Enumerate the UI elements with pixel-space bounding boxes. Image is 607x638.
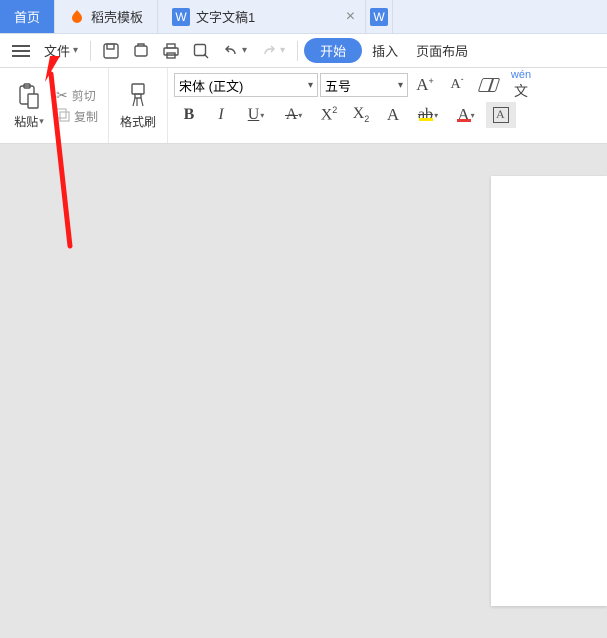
formatpainter-group: 格式刷 bbox=[109, 68, 168, 143]
menu-insert-label: 插入 bbox=[372, 44, 398, 59]
change-case-button[interactable]: A bbox=[378, 102, 408, 128]
tab-doc1-label: 文字文稿1 bbox=[196, 7, 255, 26]
font-color-icon: A bbox=[457, 105, 469, 125]
clear-format-button[interactable] bbox=[474, 72, 504, 98]
clipboard-group: 粘贴▾ ✂ 剪切 复制 bbox=[0, 68, 109, 143]
copy-label: 复制 bbox=[74, 108, 98, 125]
print-preview-button[interactable] bbox=[127, 38, 155, 64]
chevron-down-icon: ▾ bbox=[39, 116, 44, 127]
highlight-color-button[interactable]: ab▾ bbox=[410, 102, 446, 128]
hamburger-icon bbox=[12, 45, 30, 57]
char-shading-icon bbox=[493, 107, 509, 123]
menu-pagelayout[interactable]: 页面布局 bbox=[408, 41, 476, 60]
chevron-down-icon: ▾ bbox=[280, 45, 285, 56]
eraser-icon bbox=[478, 78, 501, 92]
menu-insert[interactable]: 插入 bbox=[364, 41, 406, 60]
superscript-button[interactable]: X2 bbox=[314, 102, 344, 128]
chevron-down-icon: ▾ bbox=[73, 45, 78, 56]
shrink-font-button[interactable]: A- bbox=[442, 72, 472, 98]
underline-button[interactable]: U▾ bbox=[238, 102, 274, 128]
chevron-down-icon: ▾ bbox=[260, 111, 264, 120]
tab-docshell[interactable]: 稻壳模板 bbox=[55, 0, 158, 33]
tab-docshell-label: 稻壳模板 bbox=[91, 7, 143, 26]
highlight-icon: ab bbox=[418, 106, 433, 124]
tab-document-trailing[interactable]: W bbox=[366, 0, 393, 33]
save-icon bbox=[102, 42, 120, 60]
superscript-icon: X2 bbox=[321, 105, 338, 124]
scissors-icon: ✂ bbox=[56, 87, 68, 104]
tab-home[interactable]: 首页 bbox=[0, 0, 55, 33]
separator bbox=[90, 41, 91, 61]
bold-button[interactable]: B bbox=[174, 102, 204, 128]
chevron-down-icon: ▾ bbox=[471, 111, 475, 120]
document-page[interactable] bbox=[491, 176, 607, 606]
magnify-icon bbox=[192, 42, 210, 60]
underline-icon: U bbox=[248, 106, 260, 124]
tab-document-1[interactable]: W 文字文稿1 × bbox=[158, 0, 366, 33]
menu-start[interactable]: 开始 bbox=[304, 38, 362, 63]
print-button[interactable] bbox=[157, 38, 185, 64]
strikethrough-button[interactable]: A▾ bbox=[276, 102, 312, 128]
font-group: 宋体 (正文) ▾ 五号 ▾ A+ A- wén 文 B I bbox=[168, 68, 607, 143]
grow-font-button[interactable]: A+ bbox=[410, 72, 440, 98]
font-size-combo[interactable]: 五号 ▾ bbox=[320, 73, 408, 97]
font-name-value: 宋体 (正文) bbox=[179, 76, 243, 95]
phonetic-pinyin: wén bbox=[511, 70, 531, 81]
strike-icon: A bbox=[286, 106, 298, 124]
preview-button[interactable] bbox=[187, 38, 215, 64]
change-case-icon: A bbox=[387, 105, 399, 125]
shrink-font-icon: A- bbox=[450, 77, 463, 93]
chevron-down-icon: ▾ bbox=[308, 80, 313, 91]
copy-icon bbox=[56, 108, 70, 125]
menu-pagelayout-label: 页面布局 bbox=[416, 44, 468, 59]
docshell-icon bbox=[69, 9, 85, 25]
char-shading-button[interactable] bbox=[486, 102, 516, 128]
subscript-button[interactable]: X2 bbox=[346, 102, 376, 128]
grow-font-icon: A+ bbox=[416, 75, 434, 95]
save-button[interactable] bbox=[97, 38, 125, 64]
print-icon bbox=[162, 42, 180, 60]
ribbon-toolbar: 粘贴▾ ✂ 剪切 复制 格式刷 bbox=[0, 68, 607, 144]
cut-label: 剪切 bbox=[72, 87, 96, 104]
paste-icon bbox=[16, 81, 42, 111]
undo-icon bbox=[223, 43, 239, 59]
redo-icon bbox=[261, 43, 277, 59]
format-painter-label: 格式刷 bbox=[120, 113, 156, 130]
tab-close-icon[interactable]: × bbox=[340, 8, 361, 26]
copy-button[interactable]: 复制 bbox=[56, 108, 98, 125]
chevron-down-icon: ▾ bbox=[434, 111, 438, 120]
font-name-combo[interactable]: 宋体 (正文) ▾ bbox=[174, 73, 318, 97]
editor-area[interactable] bbox=[0, 144, 607, 638]
menu-start-label: 开始 bbox=[320, 44, 346, 59]
bold-icon: B bbox=[184, 106, 195, 124]
phonetic-guide-button[interactable]: wén 文 bbox=[506, 72, 536, 98]
tab-home-label: 首页 bbox=[14, 7, 40, 26]
app-menu-button[interactable] bbox=[6, 38, 36, 64]
print-preview-icon bbox=[132, 42, 150, 60]
subscript-icon: X2 bbox=[353, 105, 370, 124]
word-doc-icon: W bbox=[370, 8, 388, 26]
chevron-down-icon: ▾ bbox=[398, 80, 403, 91]
chevron-down-icon: ▾ bbox=[298, 111, 302, 120]
cut-button[interactable]: ✂ 剪切 bbox=[56, 87, 98, 104]
tabs-bar: 首页 稻壳模板 W 文字文稿1 × W bbox=[0, 0, 607, 34]
paste-label: 粘贴 bbox=[14, 113, 38, 130]
format-painter-button[interactable]: 格式刷 bbox=[115, 81, 161, 130]
italic-button[interactable]: I bbox=[206, 102, 236, 128]
file-menu[interactable]: 文件 ▾ bbox=[38, 38, 84, 64]
redo-button[interactable]: ▾ bbox=[255, 38, 291, 64]
brush-icon bbox=[126, 81, 150, 111]
italic-icon: I bbox=[218, 106, 223, 124]
undo-button[interactable]: ▾ bbox=[217, 38, 253, 64]
font-size-value: 五号 bbox=[325, 76, 351, 95]
phonetic-char: 文 bbox=[514, 81, 528, 101]
chevron-down-icon: ▾ bbox=[242, 45, 247, 56]
file-menu-label: 文件 bbox=[44, 41, 70, 60]
paste-button[interactable]: 粘贴▾ bbox=[6, 81, 52, 130]
menu-bar: 文件 ▾ ▾ ▾ 开始 插入 页面布局 bbox=[0, 34, 607, 68]
word-doc-icon: W bbox=[172, 8, 190, 26]
font-color-button[interactable]: A▾ bbox=[448, 102, 484, 128]
separator bbox=[297, 41, 298, 61]
